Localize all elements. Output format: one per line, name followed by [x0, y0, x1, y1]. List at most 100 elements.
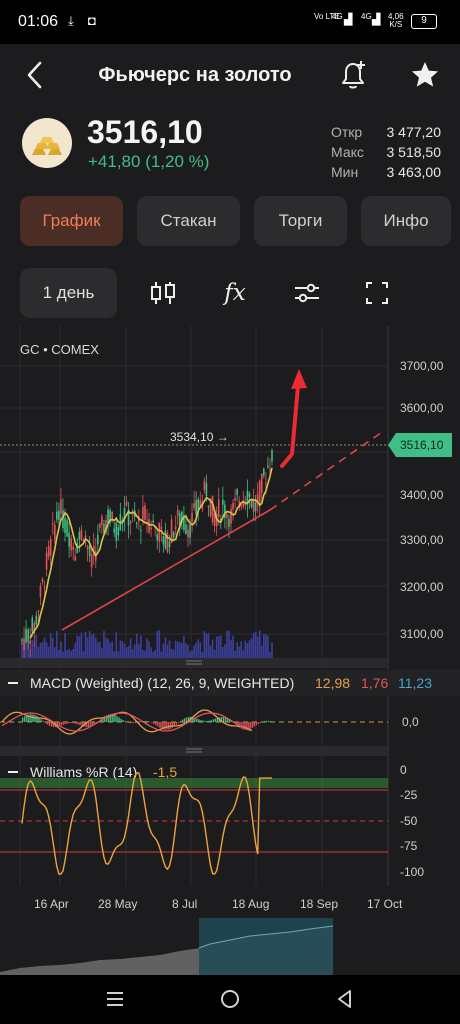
sliders-icon — [295, 283, 319, 303]
volume-bar — [113, 651, 116, 658]
volume-bar — [168, 640, 171, 658]
macd-histogram-bar — [75, 722, 77, 724]
candle-body — [172, 532, 175, 538]
volume-bar — [234, 651, 236, 658]
volume-bar — [211, 639, 214, 658]
volume-bar — [148, 641, 150, 658]
macd-histogram-bar — [212, 719, 214, 722]
candle-body — [90, 554, 93, 568]
volume-bar — [121, 641, 124, 658]
volume-bar — [199, 642, 202, 658]
status-bar: 01:06 ⤓ ◘ Vo LTE 4G ▟ 4G ▟ 4,06 K/S 9 — [0, 0, 460, 44]
candle-body — [129, 522, 132, 524]
low-label: Мин — [331, 164, 359, 180]
period-selector[interactable]: 1 день — [20, 268, 117, 318]
tab-info[interactable]: Инфо — [361, 196, 451, 246]
settings-button[interactable] — [284, 268, 330, 318]
recents-menu-icon[interactable] — [104, 988, 126, 1010]
pane-divider[interactable] — [0, 746, 388, 756]
volume-bar — [140, 635, 142, 658]
candle-body — [260, 473, 263, 494]
volume-bar — [119, 640, 122, 658]
chart-type-button[interactable] — [140, 268, 186, 318]
volume-bar — [176, 641, 179, 658]
date-axis: 16 Apr 28 May 8 Jul 18 Aug 18 Sep 17 Oct — [34, 897, 403, 911]
wr-axis-tick: -25 — [400, 788, 418, 802]
candle-body — [144, 505, 146, 521]
macd-histogram-bar — [177, 722, 180, 723]
volume-bar — [99, 641, 101, 658]
wr-title: Williams %R (14) — [30, 764, 137, 780]
add-alert-button[interactable] — [338, 58, 368, 92]
candle-body — [47, 546, 50, 557]
candle-body — [113, 528, 116, 533]
volume-bar — [178, 642, 181, 658]
macd-value-2: 1,76 — [361, 675, 388, 691]
volume-bar — [244, 640, 247, 658]
volume-bar — [226, 631, 228, 658]
candle-body — [68, 532, 70, 547]
candle-body — [162, 536, 165, 545]
price-axis-tick: 3300,00 — [400, 533, 444, 547]
volume-bar — [183, 635, 185, 658]
macd-histogram-bar — [122, 720, 124, 722]
volume-bar — [43, 637, 46, 658]
tab-trades[interactable]: Торги — [254, 196, 347, 246]
tab-order-book[interactable]: Стакан — [137, 196, 240, 246]
macd-histogram-bar — [206, 720, 208, 722]
candle-body — [64, 518, 66, 533]
macd-histogram-bar — [214, 718, 217, 722]
navigator-visible-window[interactable] — [199, 918, 333, 976]
volume-bar — [238, 646, 241, 658]
tab-chart[interactable]: График — [20, 196, 123, 246]
macd-histogram-bar — [167, 722, 169, 730]
volume-bar — [39, 643, 42, 658]
indicators-button[interactable]: fx — [212, 268, 258, 318]
back-nav-icon[interactable] — [334, 988, 356, 1010]
date-axis-tick: 8 Jul — [172, 897, 197, 911]
volume-bar — [78, 636, 81, 658]
macd-histogram-bar — [62, 722, 65, 725]
candle-body — [187, 529, 189, 538]
macd-histogram-bar — [67, 722, 69, 724]
candle-body — [234, 497, 236, 501]
candle-body — [250, 500, 253, 507]
macd-histogram-bar — [222, 717, 225, 722]
favorite-button[interactable] — [408, 58, 442, 92]
macd-histogram-bar — [157, 722, 159, 727]
volume-bar — [64, 632, 66, 658]
trend-line — [61, 509, 271, 631]
volume-bar — [105, 637, 107, 658]
volume-bar — [269, 651, 271, 658]
chart-canvas[interactable]: GC • COMEX 3534,10 → 3700,00 3600,00 340… — [0, 326, 460, 926]
price-chart[interactable]: GC • COMEX 3534,10 → 3700,00 3600,00 340… — [0, 326, 460, 976]
volume-bar — [84, 632, 87, 658]
home-icon[interactable] — [219, 988, 241, 1010]
volume-bar — [197, 639, 200, 658]
volume-bar — [242, 650, 245, 658]
wr-axis-tick: 0 — [400, 763, 407, 777]
volume-bar — [193, 645, 195, 658]
candle-body — [37, 610, 40, 612]
volume-bar — [88, 630, 91, 658]
fullscreen-button[interactable] — [354, 268, 400, 318]
volume-bar — [133, 644, 136, 658]
candle-body — [43, 586, 46, 588]
wr-axis-tick: -50 — [400, 814, 418, 828]
price-axis-tick: 3700,00 — [400, 359, 444, 373]
volume-bar — [156, 630, 159, 658]
macd-histogram-bar — [144, 720, 147, 722]
pane-divider[interactable] — [0, 658, 388, 668]
candle-body — [152, 520, 154, 523]
macd-histogram-bar — [120, 718, 122, 722]
chart-symbol-label: GC • COMEX — [20, 342, 99, 357]
volume-bar — [158, 630, 161, 658]
volume-bar — [215, 636, 218, 658]
quote-summary: 3516,10 +41,80 (1,20 %) Откр 3 477,20 Мак… — [0, 106, 460, 182]
volume-bar — [250, 637, 253, 658]
page-title: Фьючерс на золото — [98, 64, 292, 86]
network-speed: 4,06 K/S — [388, 12, 404, 29]
candle-body — [228, 518, 230, 527]
navigator-overview[interactable] — [0, 918, 460, 976]
macd-histogram-bar — [169, 722, 171, 729]
